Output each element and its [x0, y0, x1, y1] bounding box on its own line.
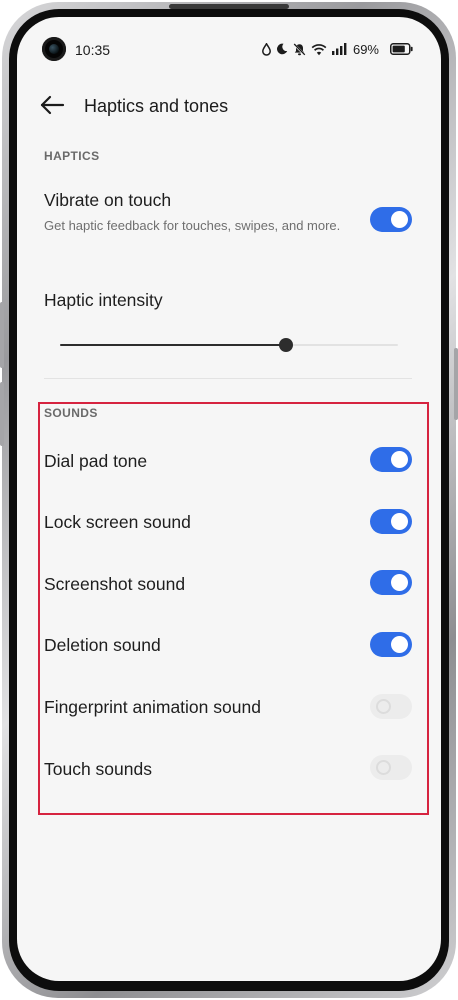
back-button[interactable]: [39, 95, 69, 119]
battery-icon: [390, 43, 413, 55]
moon-icon: [276, 43, 288, 55]
vibrate-on-touch-description: Get haptic feedback for touches, swipes,…: [44, 218, 341, 233]
signal-icon: [331, 43, 347, 55]
volume-up-button: [0, 302, 4, 368]
sounds-highlight-box: [38, 402, 429, 815]
screen: 10:35 69% Haptics and tones HAPTICS Vibr…: [17, 17, 441, 981]
section-divider: [44, 378, 412, 379]
status-time: 10:35: [75, 42, 111, 58]
earpiece-slit: [169, 4, 289, 9]
volume-down-button: [0, 382, 4, 446]
battery-percent: 69%: [352, 41, 379, 57]
slider-thumb[interactable]: [279, 338, 293, 352]
haptics-section-label: HAPTICS: [44, 149, 100, 163]
wifi-icon: [311, 43, 327, 56]
page-title: Haptics and tones: [84, 96, 229, 116]
haptic-intensity-slider[interactable]: [60, 338, 398, 352]
vibrate-on-touch-toggle[interactable]: [370, 207, 412, 232]
arrow-left-icon: [39, 95, 65, 120]
vibrate-on-touch-title: Vibrate on touch: [44, 190, 172, 210]
toggle-knob: [391, 211, 408, 228]
power-button: [454, 348, 458, 420]
front-camera: [42, 37, 66, 61]
haptic-intensity-title: Haptic intensity: [44, 290, 163, 310]
status-icons: 69%: [262, 40, 413, 58]
water-drop-icon: [262, 42, 271, 56]
slider-fill: [60, 344, 286, 346]
bell-off-icon: [293, 42, 306, 56]
